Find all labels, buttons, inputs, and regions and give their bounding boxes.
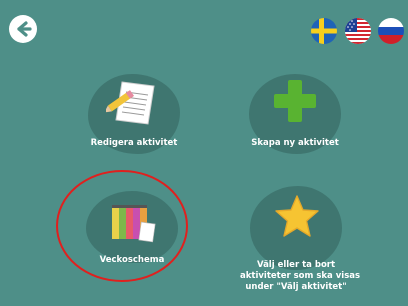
tile-label: Skapa ny aktivitet <box>251 138 339 148</box>
russian-flag-button[interactable] <box>378 18 404 44</box>
tile-label: Veckoschema <box>99 255 165 265</box>
tile-label: Redigera aktivitet <box>90 138 178 148</box>
tile-edit-activity[interactable]: Redigera aktivitet <box>84 68 184 158</box>
russian-flag-icon <box>378 18 404 44</box>
tile-label-line: under "Välj aktivitet" <box>245 282 347 292</box>
us-flag-button[interactable] <box>345 18 371 44</box>
swedish-flag-button[interactable] <box>311 18 337 44</box>
tile-create-activity[interactable]: Skapa ny aktivitet <box>245 68 345 158</box>
back-button[interactable] <box>9 15 37 43</box>
tile-label-line: aktiviteter som ska visas <box>240 271 361 281</box>
plus-icon <box>274 80 316 122</box>
tile-weekly-schedule[interactable]: Veckoschema <box>80 183 184 273</box>
edit-document-icon <box>106 81 155 125</box>
weekly-schedule-icon <box>112 205 156 243</box>
tile-label-line: Välj eller ta bort <box>256 260 336 270</box>
star-icon <box>275 195 319 237</box>
tile-label: Välj eller ta bort aktiviteter som ska v… <box>240 260 361 293</box>
tile-select-activities[interactable]: Välj eller ta bort aktiviteter som ska v… <box>240 180 361 296</box>
arrow-left-icon <box>17 21 32 37</box>
us-flag-icon <box>345 18 371 44</box>
swedish-flag-icon <box>311 18 337 44</box>
